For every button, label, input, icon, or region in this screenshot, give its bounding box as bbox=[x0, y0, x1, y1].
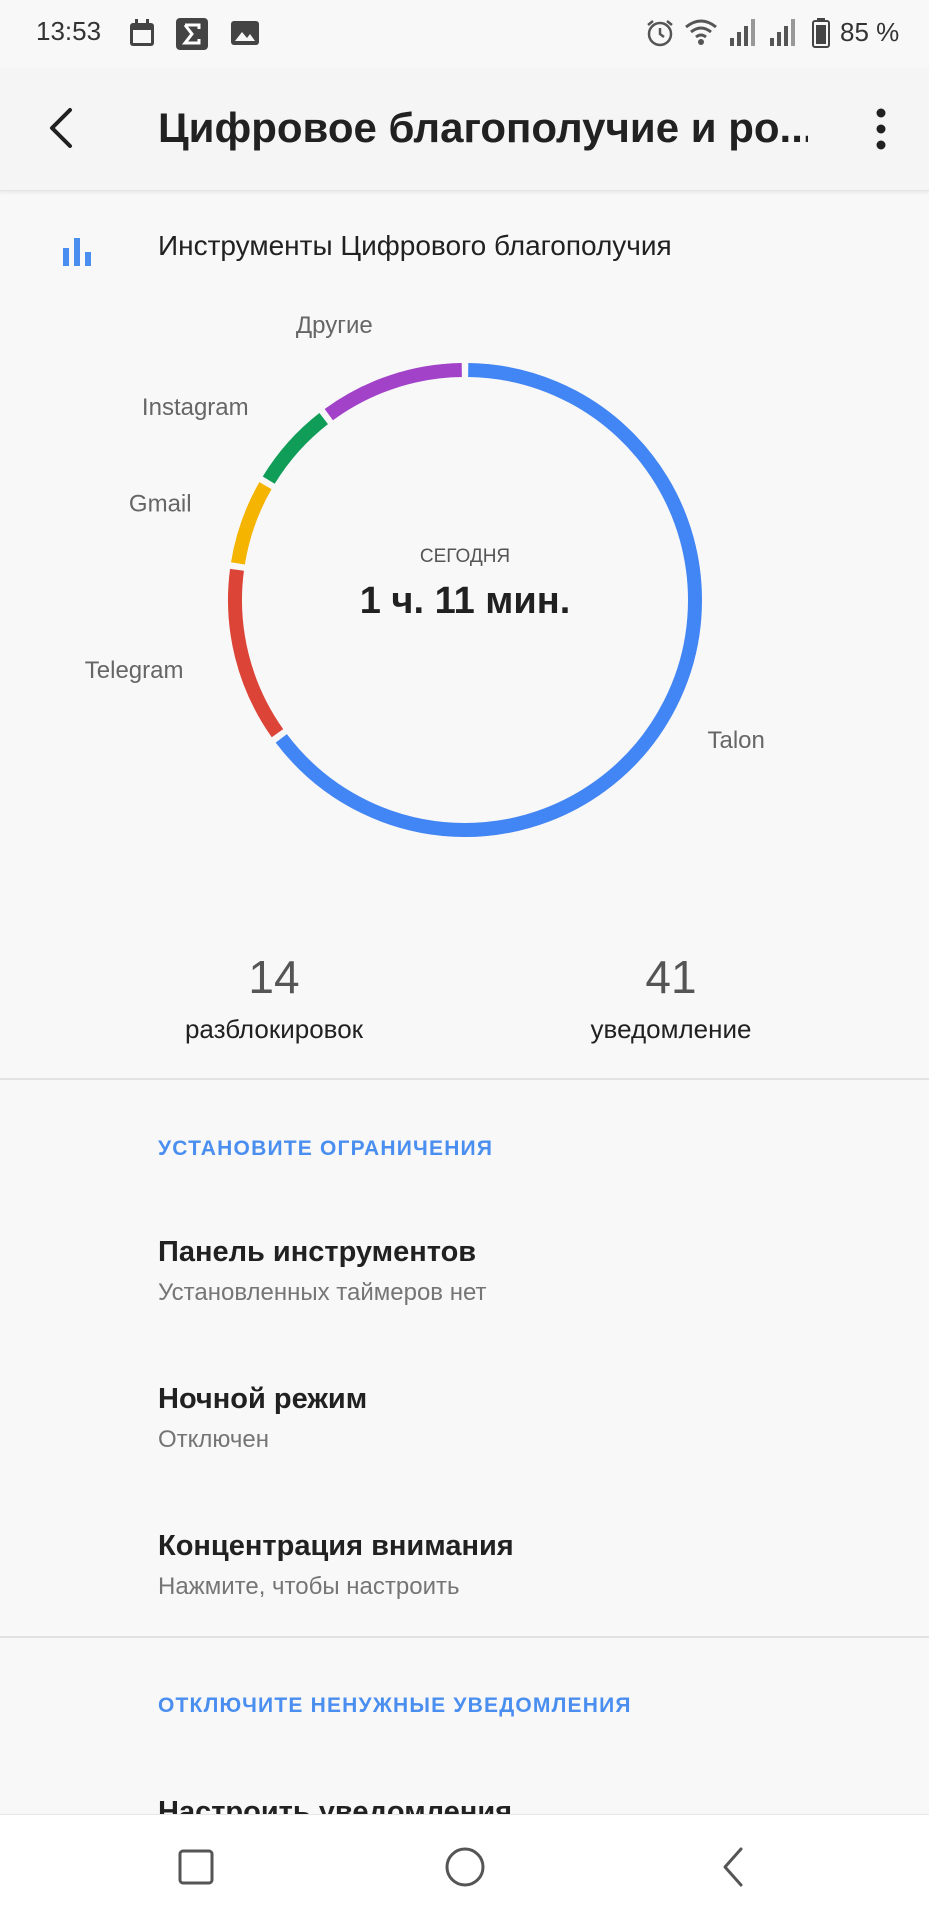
more-options-icon[interactable] bbox=[866, 106, 896, 152]
donut-slice-другие bbox=[324, 363, 462, 421]
app-bar: Цифровое благополучие и ро... bbox=[0, 68, 929, 191]
donut-label-telegram: Telegram bbox=[85, 657, 184, 684]
setting-focus-mode[interactable]: Концентрация внимания Нажмите, чтобы нас… bbox=[158, 1530, 878, 1601]
setting-subtitle: Отключен bbox=[158, 1426, 270, 1453]
unlocks-label: разблокировок bbox=[184, 1014, 364, 1044]
setting-title: Концентрация внимания bbox=[158, 1530, 514, 1562]
alarm-icon bbox=[647, 20, 673, 47]
sigma-icon bbox=[176, 18, 208, 50]
notifications-stat[interactable]: 41 уведомление bbox=[541, 950, 801, 1045]
back-icon[interactable] bbox=[713, 1845, 757, 1889]
chart-center-label: СЕГОДНЯ bbox=[420, 546, 510, 567]
page-title: Цифровое благополучие и ро... bbox=[158, 104, 808, 151]
donut-slice-instagram bbox=[262, 413, 329, 484]
setting-title: Настроить уведомления bbox=[158, 1796, 513, 1814]
unlocks-count: 14 bbox=[248, 951, 300, 1003]
image-icon bbox=[231, 21, 259, 45]
signal-icon bbox=[730, 19, 755, 46]
donut-label-talon: Talon bbox=[707, 727, 764, 754]
divider bbox=[0, 1636, 929, 1638]
donut-label-другие: Другие bbox=[296, 312, 373, 339]
limits-header: УСТАНОВИТЕ ОГРАНИЧЕНИЯ bbox=[158, 1137, 494, 1160]
battery-icon bbox=[812, 18, 830, 48]
chart-center-value: 1 ч. 11 мин. bbox=[360, 580, 571, 622]
signal-icon bbox=[770, 19, 795, 46]
setting-title: Панель инструментов bbox=[158, 1236, 477, 1268]
donut-svg: Talon Telegram Gmail Instagram Другие СЕГОДН… bbox=[85, 312, 765, 837]
divider bbox=[0, 1078, 929, 1080]
home-icon[interactable] bbox=[443, 1845, 487, 1889]
calendar-icon bbox=[130, 19, 154, 46]
usage-donut-chart[interactable]: Talon Telegram Gmail Instagram Другие СЕГОДН… bbox=[0, 300, 929, 900]
status-bar: 13:53 85 % bbox=[0, 0, 929, 68]
battery-percentage: 85 % bbox=[840, 17, 900, 47]
bar-chart-icon bbox=[63, 238, 91, 266]
donut-slice-gmail bbox=[231, 482, 272, 565]
wifi-icon bbox=[685, 19, 717, 45]
donut-label-gmail: Gmail bbox=[129, 490, 192, 517]
unlocks-stat[interactable]: 14 разблокировок bbox=[144, 950, 404, 1045]
setting-title: Ночной режим bbox=[158, 1383, 368, 1415]
setting-manage-notifications[interactable]: Настроить уведомления bbox=[158, 1796, 878, 1814]
notifications-label: уведомление bbox=[590, 1014, 752, 1044]
recent-apps-icon[interactable] bbox=[174, 1845, 218, 1889]
notifications-count: 41 bbox=[645, 951, 697, 1003]
setting-night-mode[interactable]: Ночной режим Отключен bbox=[158, 1383, 878, 1454]
back-arrow-icon[interactable] bbox=[40, 104, 88, 152]
tools-header[interactable]: Инструменты Цифрового благополучия bbox=[0, 210, 929, 282]
setting-subtitle: Нажмите, чтобы настроить bbox=[158, 1573, 460, 1600]
tools-title: Инструменты Цифрового благополучия bbox=[158, 230, 672, 261]
setting-dashboard[interactable]: Панель инструментов Установленных таймер… bbox=[158, 1236, 878, 1307]
donut-label-instagram: Instagram bbox=[142, 394, 249, 421]
status-time: 13:53 bbox=[36, 16, 102, 46]
notifications-header: ОТКЛЮЧИТЕ НЕНУЖНЫЕ УВЕДОМЛЕНИЯ bbox=[158, 1694, 632, 1717]
setting-subtitle: Установленных таймеров нет bbox=[158, 1279, 487, 1306]
navigation-bar bbox=[0, 1814, 929, 1921]
donut-slice-telegram bbox=[228, 568, 284, 738]
